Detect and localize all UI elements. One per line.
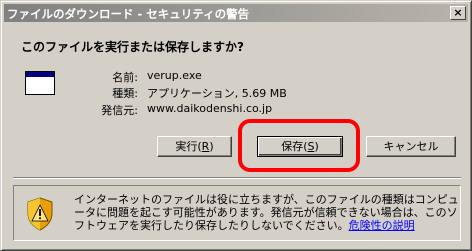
file-source-value: www.daikodenshi.co.jp [147, 102, 273, 115]
title-bar[interactable]: ファイルのダウンロード - セキュリティの警告 × [4, 4, 468, 22]
security-warning-panel: インターネットのファイルは役に立ちますが、このファイルの種類はコンピュータに問題… [13, 185, 461, 241]
dialog-question: このファイルを実行または保存しますか? [21, 40, 244, 54]
close-button[interactable]: × [450, 6, 466, 20]
download-dialog: ファイルのダウンロード - セキュリティの警告 × このファイルを実行または保存… [0, 0, 472, 251]
warning-message: インターネットのファイルは役に立ちますが、このファイルの種類はコンピュータに問題… [74, 193, 459, 232]
risk-explanation-link[interactable]: 危険性の説明 [349, 219, 415, 232]
file-name-value: verup.exe [147, 69, 202, 82]
close-icon: × [453, 6, 463, 19]
file-name-label: 名前: [112, 71, 138, 84]
window-title: ファイルのダウンロード - セキュリティの警告 [7, 7, 250, 21]
application-window-icon [25, 71, 55, 95]
run-button[interactable]: 実行(R) [157, 136, 232, 157]
file-type-label: 種類: [112, 87, 138, 100]
file-source-label: 発信元: [101, 104, 138, 117]
file-type-value: アプリケーション, 5.69 MB [147, 87, 287, 100]
shield-warning-icon [27, 197, 53, 231]
save-highlight-annotation [238, 119, 360, 172]
divider [13, 177, 461, 179]
cancel-button[interactable]: キャンセル [366, 136, 456, 157]
